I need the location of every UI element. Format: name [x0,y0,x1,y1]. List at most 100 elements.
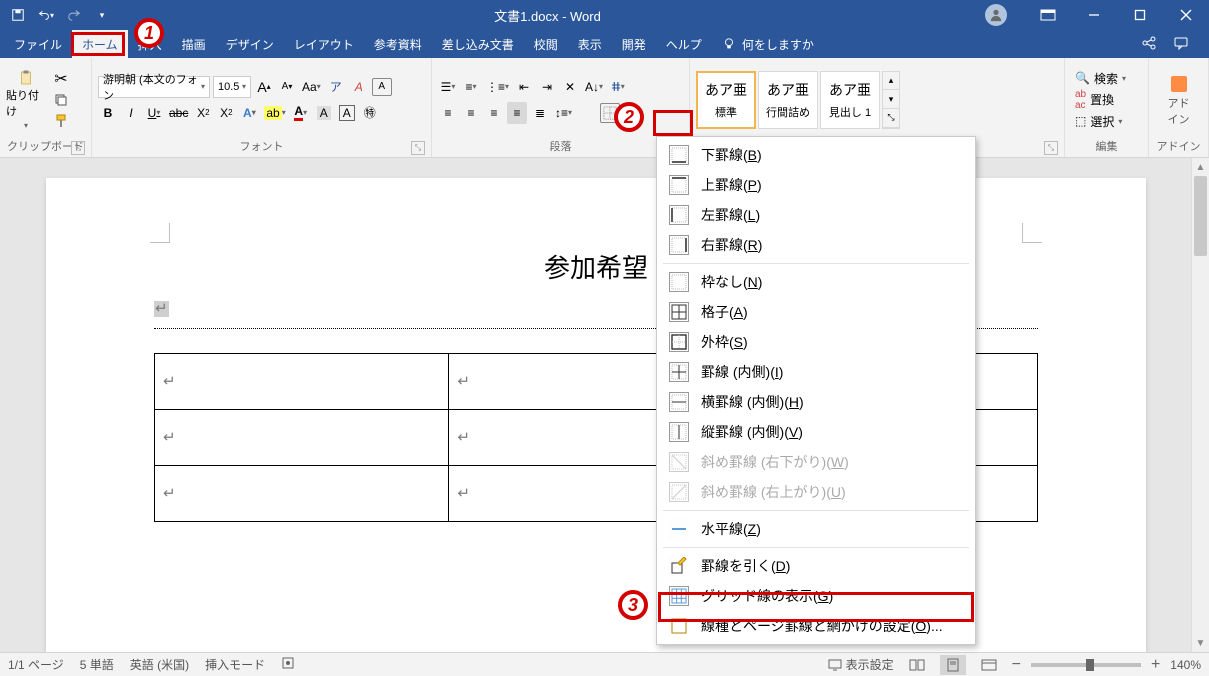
scroll-up-arrow[interactable]: ▲ [1192,158,1209,176]
format-painter-icon[interactable] [52,112,70,130]
vertical-scrollbar[interactable]: ▲ ▼ [1191,158,1209,652]
styles-launcher[interactable]: ⤡ [1044,141,1058,155]
insert-mode[interactable]: 挿入モード [205,656,265,673]
style-normal[interactable]: あア亜標準 [696,71,756,129]
read-mode-button[interactable] [904,655,930,675]
language-indicator[interactable]: 英語 (米国) [130,656,189,673]
minimize-button[interactable] [1071,0,1117,30]
menu-inside-v-border[interactable]: 縦罫線 (内側)(V) [659,417,973,447]
macro-recorder-icon[interactable] [281,656,295,673]
share-icon[interactable] [1141,35,1157,54]
menu-left-border[interactable]: 左罫線(L) [659,200,973,230]
bold-button[interactable]: B [98,102,118,124]
word-count[interactable]: 5 単語 [80,656,114,673]
increase-indent-button[interactable]: ⇥ [537,76,557,98]
subscript-button[interactable]: X2 [193,102,213,124]
numbering-button[interactable]: ≡▾ [461,76,481,98]
ltr-button[interactable]: ✕ [560,76,580,98]
tab-developer[interactable]: 開発 [612,30,656,58]
line-spacing-button[interactable]: ↕≡▾ [553,102,574,124]
close-button[interactable] [1163,0,1209,30]
print-layout-button[interactable] [940,655,966,675]
page[interactable]: 参加希望 ↵ ↵↵↵ ↵↵↵ ↵↵↵ [46,178,1146,652]
menu-no-border[interactable]: 枠なし(N) [659,267,973,297]
grow-font-button[interactable]: A▴ [254,76,274,98]
tab-layout[interactable]: レイアウト [284,30,364,58]
superscript-button[interactable]: X2 [216,102,236,124]
menu-inside-h-border[interactable]: 横罫線 (内側)(H) [659,387,973,417]
addins-button[interactable]: アドイン [1155,73,1202,127]
redo-icon[interactable] [66,7,82,23]
justify-button[interactable]: ≡ [507,102,527,124]
tab-draw[interactable]: 描画 [172,30,216,58]
clipboard-launcher[interactable]: ⤡ [71,141,85,155]
zoom-out-button[interactable]: − [1012,656,1021,674]
tell-me-search[interactable]: 何をしますか [722,30,814,58]
tab-design[interactable]: デザイン [216,30,284,58]
zoom-slider[interactable] [1031,663,1141,667]
scroll-thumb[interactable] [1194,176,1207,256]
maximize-button[interactable] [1117,0,1163,30]
style-nospacing[interactable]: あア亜行間詰め [758,71,818,129]
menu-draw-border[interactable]: 罫線を引く(D) [659,551,973,581]
menu-horizontal-line[interactable]: 水平線(Z) [659,514,973,544]
copy-icon[interactable] [52,91,70,109]
phonetic-guide-button[interactable]: ア [326,76,346,98]
tab-file[interactable]: ファイル [4,30,72,58]
underline-button[interactable]: U▾ [144,102,164,124]
autosave-icon[interactable] [10,7,26,23]
shrink-font-button[interactable]: A▾ [277,76,297,98]
qat-customize-icon[interactable]: ▾ [94,7,110,23]
menu-inside-border[interactable]: 罫線 (内側)(I) [659,357,973,387]
display-settings[interactable]: 表示設定 [828,656,894,673]
zoom-level[interactable]: 140% [1170,658,1201,672]
enclose-circle-button[interactable]: ㊕ [360,102,380,124]
font-name-combo[interactable]: 游明朝 (本文のフォン▾ [98,76,210,98]
tab-references[interactable]: 参考資料 [364,30,432,58]
strikethrough-button[interactable]: abc [167,102,190,124]
sort-button[interactable]: A↓▾ [583,76,605,98]
select-button[interactable]: ⬚選択▾ [1075,113,1126,130]
undo-icon[interactable]: ▾ [38,7,54,23]
distribute-button[interactable]: ≣ [530,102,550,124]
align-center-button[interactable]: ≡ [461,102,481,124]
user-avatar[interactable] [985,4,1007,26]
bullets-button[interactable]: ☰▾ [438,76,458,98]
tab-review[interactable]: 校閲 [524,30,568,58]
find-button[interactable]: 🔍検索▾ [1075,70,1126,87]
change-case-button[interactable]: Aa▾ [300,76,323,98]
scroll-down-arrow[interactable]: ▼ [1192,634,1209,652]
decrease-indent-button[interactable]: ⇤ [514,76,534,98]
web-layout-button[interactable] [976,655,1002,675]
comments-icon[interactable] [1173,35,1189,54]
menu-top-border[interactable]: 上罫線(P) [659,170,973,200]
text-effects-button[interactable]: A▾ [239,102,259,124]
align-left-button[interactable]: ≡ [438,102,458,124]
char-border-button[interactable]: A [337,102,357,124]
paste-button[interactable]: 貼り付け ▾ [6,70,46,130]
multilevel-button[interactable]: ⋮≡▾ [484,76,511,98]
ribbon-display-icon[interactable] [1025,0,1071,30]
align-right-button[interactable]: ≡ [484,102,504,124]
tab-help[interactable]: ヘルプ [656,30,712,58]
clear-format-button[interactable]: A [349,76,369,98]
tab-mailings[interactable]: 差し込み文書 [432,30,524,58]
italic-button[interactable]: I [121,102,141,124]
font-launcher[interactable]: ⤡ [411,141,425,155]
replace-button[interactable]: abac置換 [1075,89,1126,111]
zoom-in-button[interactable]: + [1151,656,1160,674]
menu-outside-border[interactable]: 外枠(S) [659,327,973,357]
scroll-track[interactable] [1192,176,1209,634]
cut-icon[interactable]: ✂ [52,70,70,88]
font-size-combo[interactable]: 10.5▾ [213,76,251,98]
enclose-char-button[interactable]: A [372,78,392,96]
styles-gallery-arrows[interactable]: ▴▾⤡ [882,71,900,129]
highlight-button[interactable]: ab▾ [262,102,287,124]
char-shading-button[interactable]: A [314,102,334,124]
menu-bottom-border[interactable]: 下罫線(B) [659,140,973,170]
page-indicator[interactable]: 1/1 ページ [8,656,64,673]
font-color-button[interactable]: A▾ [291,102,311,124]
show-marks-button[interactable]: ⵌ▾ [608,76,628,98]
style-heading1[interactable]: あア亜見出し 1 [820,71,880,129]
menu-all-borders[interactable]: 格子(A) [659,297,973,327]
